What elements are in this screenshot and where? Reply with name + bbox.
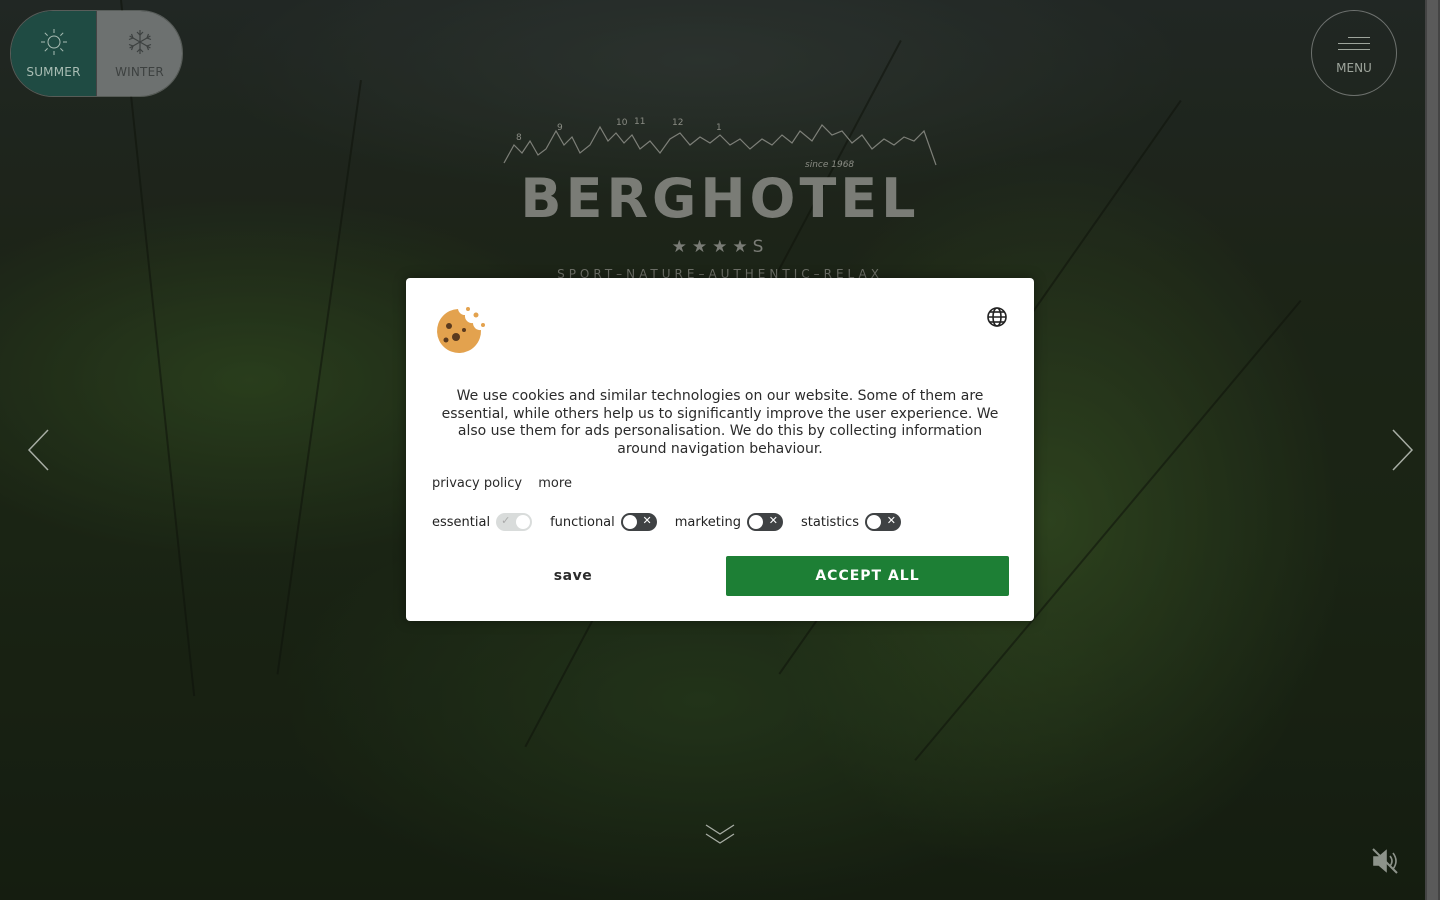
- menu-button[interactable]: MENU: [1311, 10, 1397, 96]
- toggle-label: essential: [432, 514, 491, 530]
- statistics-switch[interactable]: ✕: [864, 513, 901, 531]
- save-button[interactable]: save: [432, 556, 714, 596]
- toggle-statistics: statistics ✕: [801, 513, 901, 531]
- functional-switch[interactable]: ✕: [620, 513, 657, 531]
- logo-stars: ★★★★S: [671, 237, 769, 257]
- menu-label: MENU: [1336, 60, 1372, 75]
- page-scrollbar[interactable]: [1425, 0, 1440, 900]
- peak-number: 9: [557, 123, 563, 133]
- season-toggle[interactable]: SUMMER WINTER: [10, 10, 183, 97]
- mute-button[interactable]: [1370, 846, 1400, 876]
- toggle-marketing: marketing ✕: [674, 513, 784, 531]
- globe-icon: [987, 307, 1007, 327]
- toggle-label: functional: [550, 514, 615, 530]
- next-slide-button[interactable]: [1390, 428, 1416, 472]
- summer-option[interactable]: SUMMER: [11, 11, 96, 96]
- peak-number: 12: [672, 118, 684, 128]
- more-link[interactable]: more: [538, 476, 572, 491]
- peak-number: 1: [716, 123, 722, 133]
- toggle-essential: essential ✓: [432, 513, 533, 531]
- peak-number: 8: [516, 133, 522, 143]
- logo-name: BERGHOTEL: [520, 167, 920, 230]
- toggle-label: marketing: [674, 514, 742, 530]
- double-chevron-down-icon: [705, 824, 735, 844]
- cookie-category-toggles: essential ✓ functional ✕ marketing ✕ sta…: [432, 513, 919, 531]
- peak-number: 11: [634, 117, 646, 127]
- winter-label: WINTER: [115, 65, 164, 79]
- speaker-muted-icon: [1372, 848, 1398, 874]
- cookie-consent-dialog: We use cookies and similar technologies …: [406, 278, 1034, 621]
- peak-number: 10: [616, 118, 628, 128]
- toggle-label: statistics: [801, 514, 859, 530]
- prev-slide-button[interactable]: [26, 428, 52, 472]
- cookie-icon: [432, 304, 486, 360]
- toggle-functional: functional ✕: [550, 513, 657, 531]
- cookie-description: We use cookies and similar technologies …: [441, 388, 999, 457]
- chevron-left-icon: [27, 429, 49, 471]
- winter-option[interactable]: WINTER: [96, 11, 182, 96]
- privacy-policy-link[interactable]: privacy policy: [432, 476, 522, 491]
- marketing-switch[interactable]: ✕: [747, 513, 784, 531]
- chevron-right-icon: [1392, 429, 1414, 471]
- language-button[interactable]: [986, 306, 1008, 332]
- hamburger-icon: [1338, 32, 1370, 55]
- summer-label: SUMMER: [26, 65, 81, 79]
- hotel-logo[interactable]: 8 9 10 11 12 1 since 1968 BERGHOTEL ★★★★…: [500, 115, 940, 285]
- essential-switch[interactable]: ✓: [496, 513, 533, 531]
- snowflake-icon: [126, 28, 154, 65]
- accept-all-button[interactable]: ACCEPT ALL: [726, 556, 1009, 596]
- scroll-down-button[interactable]: [704, 822, 736, 846]
- sun-icon: [40, 28, 68, 65]
